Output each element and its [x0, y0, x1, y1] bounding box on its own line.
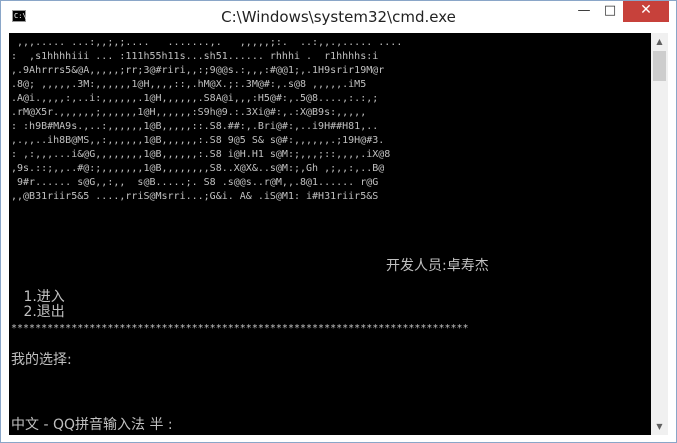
- divider-line: ****************************************…: [11, 323, 469, 334]
- ascii-art-line-2: : ,s1hhhhiii ... :111h55h11s...sh51.....…: [11, 51, 379, 62]
- title-bar[interactable]: C:\ C:\Windows\system32\cmd.exe — □ ✕: [1, 1, 676, 33]
- ascii-art-line-3: ,.9Ahrrrs5&@A,,,,,;rr;3@#riri,,:;9@@s.:,…: [11, 65, 385, 76]
- cmd-window: C:\ C:\Windows\system32\cmd.exe — □ ✕ ,,…: [0, 0, 677, 443]
- ascii-art-line-12: ,,@B31riir5&5 ....,rriS@Msrri...;G&i. A&…: [11, 191, 379, 202]
- console-output[interactable]: ,,,..... ...:,,;,;.... .......,. ,,,,,;:…: [9, 33, 651, 435]
- close-button[interactable]: ✕: [623, 1, 669, 22]
- vertical-scrollbar[interactable]: ▲ ▼: [651, 33, 668, 435]
- ascii-art-line-8: ,.,,..ih8B@MS,,:,,,,,,1@B,,,,,,:.S8 9@5 …: [11, 135, 385, 146]
- ascii-art-line-11: 9#r...... s@G,,:,, s@B.....;. S8 .s@@s..…: [11, 177, 379, 188]
- scroll-up-icon[interactable]: ▲: [651, 33, 668, 50]
- scroll-down-icon[interactable]: ▼: [651, 418, 668, 435]
- ascii-art-line-6: .rM@X5r.,,,,,,;,,,,,,1@H,,,,,,:S9h@9.:.3…: [11, 107, 367, 118]
- menu-option-exit: 2.退出: [19, 304, 65, 320]
- choice-prompt: 我的选择:: [11, 352, 72, 368]
- developer-credit: 开发人员:卓寿杰: [386, 258, 489, 274]
- menu-option-enter: 1.进入: [19, 289, 65, 305]
- ascii-art-line-10: ,9s.::;,,..#@:;,,,,,,,1@B,,,,,,,,S8..X@X…: [11, 163, 385, 174]
- maximize-button[interactable]: □: [597, 1, 623, 22]
- ascii-art-line-9: : ,:,,,...i&@G,,,,,,,,1@B,,,,,,:.S8 i@H.…: [11, 149, 391, 160]
- ascii-art-line-1: ,,,..... ...:,,;,;.... .......,. ,,,,,;:…: [11, 37, 403, 48]
- minimize-button[interactable]: —: [571, 1, 597, 22]
- ime-status-bar: 中文 - QQ拼音输入法 半 :: [11, 417, 173, 433]
- ascii-art-line-4: .8@; ,,,,,.3M:,,,,,,1@H,,,,::,.hM@X.;:.3…: [11, 79, 367, 90]
- ascii-art-line-5: .A@i.,,,,:,..i:,,,,,,.1@H,,,,,,.S8A@i,,,…: [11, 93, 379, 104]
- ascii-art-line-7: : :h9B#MA9s.,..:,,,,,,1@B,,,,,::.S8.##:,…: [11, 121, 379, 132]
- scroll-thumb[interactable]: [653, 51, 666, 81]
